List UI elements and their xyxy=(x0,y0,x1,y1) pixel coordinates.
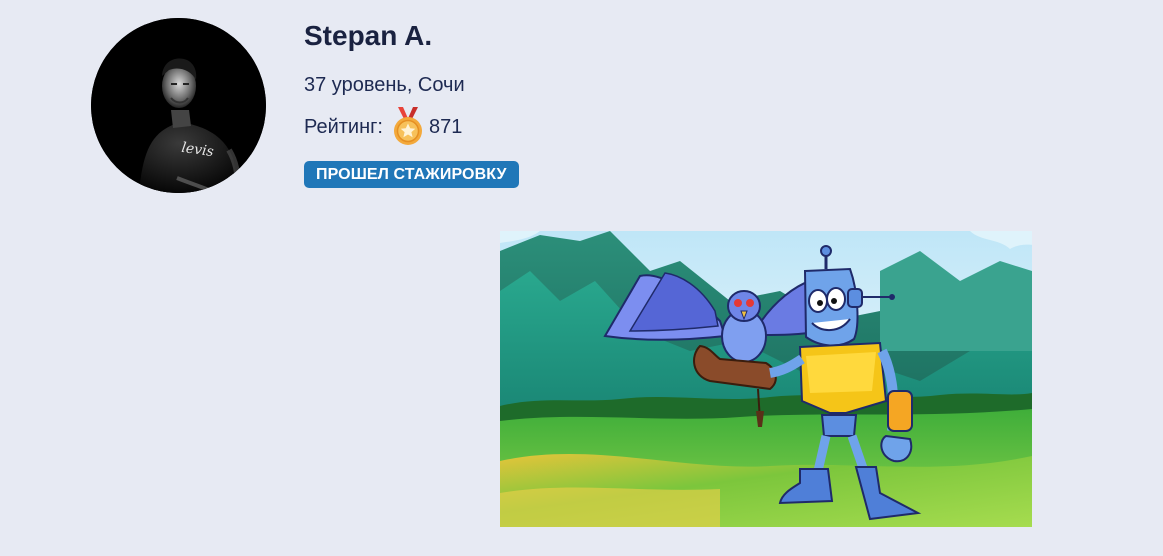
profile-banner-image xyxy=(500,231,1032,527)
user-name: Stepan A. xyxy=(304,20,433,51)
avatar: levis xyxy=(91,18,266,193)
rating-value: 871 xyxy=(428,115,463,138)
rating: Рейтинг: 871 xyxy=(304,106,462,148)
rating-label: Рейтинг: xyxy=(304,115,383,138)
banner-illustration xyxy=(500,231,1032,527)
medal-icon xyxy=(393,107,422,145)
avatar-photo: levis xyxy=(91,18,266,193)
level-location: 37 уровень, Сочи xyxy=(304,74,465,96)
status-badge: ПРОШЕЛ СТАЖИРОВКУ xyxy=(304,161,519,188)
